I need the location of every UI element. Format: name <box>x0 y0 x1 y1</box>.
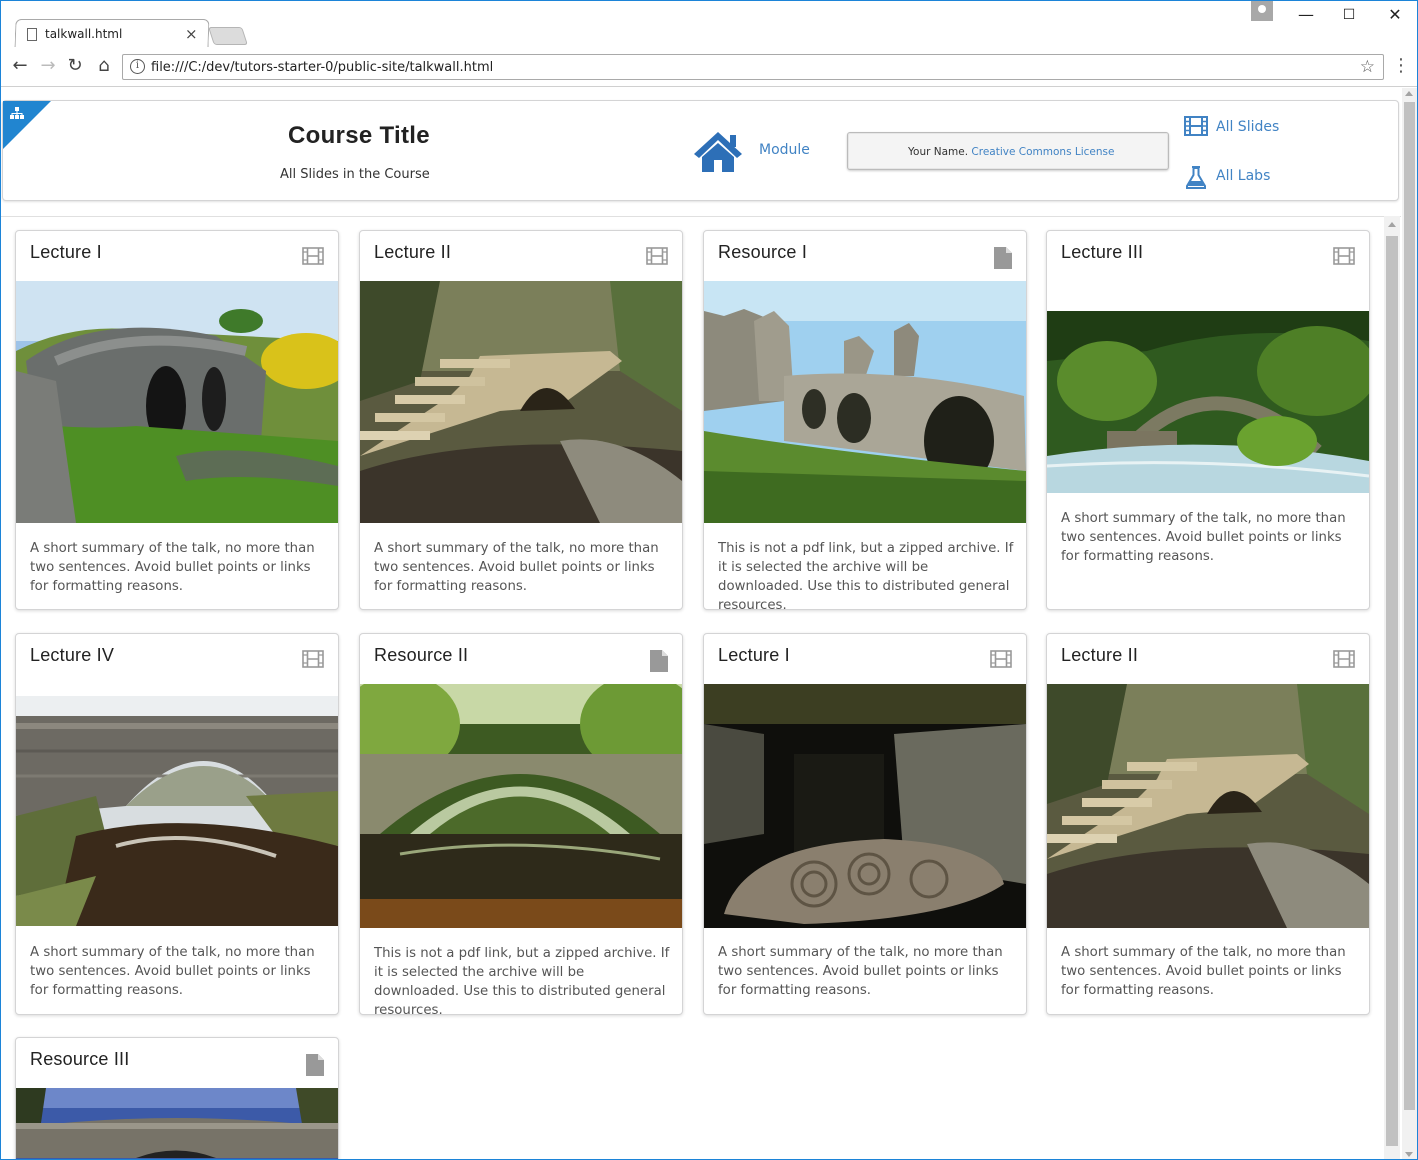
flask-icon <box>1186 166 1206 189</box>
header-divider <box>1 216 1401 217</box>
card-title[interactable]: Resource III <box>30 1049 129 1070</box>
card-description: A short summary of the talk, no more tha… <box>374 541 659 594</box>
home-icon[interactable] <box>693 131 743 177</box>
license-link[interactable]: Creative Commons License <box>971 146 1114 158</box>
film-icon <box>302 247 324 269</box>
bookmark-star-icon[interactable]: ☆ <box>1360 57 1375 77</box>
card-description: A short summary of the talk, no more tha… <box>1061 945 1346 998</box>
module-link[interactable]: Module <box>759 142 810 158</box>
card-title[interactable]: Lecture I <box>30 242 102 263</box>
browser-window: talkwall.html × — ☐ ✕ ← → ↻ ⌂ i file:///… <box>0 0 1418 1160</box>
license-box: Your Name. Creative Commons License <box>847 132 1169 170</box>
content-scrollbar[interactable] <box>1384 216 1400 1159</box>
card-image[interactable] <box>704 281 1026 523</box>
card-title[interactable]: Lecture II <box>374 242 451 263</box>
all-slides-link[interactable]: All Slides <box>1184 116 1279 140</box>
card-lecture-4[interactable]: Lecture IV A short summary of the talk, … <box>15 633 339 1015</box>
film-icon <box>990 650 1012 672</box>
card-image[interactable] <box>360 281 682 523</box>
document-icon <box>306 1054 324 1080</box>
course-subtitle: All Slides in the Course <box>280 167 430 182</box>
card-image[interactable] <box>360 684 682 928</box>
course-header: Course Title All Slides in the Course Mo… <box>2 100 1399 201</box>
card-image[interactable] <box>16 696 338 926</box>
card-lecture-1b[interactable]: Lecture I A short summary of the talk, n… <box>703 633 1027 1015</box>
card-lecture-1[interactable]: Lecture I A short summary of the talk, n… <box>15 230 339 610</box>
card-title[interactable]: Resource I <box>718 242 807 263</box>
forward-icon[interactable]: → <box>37 55 59 76</box>
all-labs-link[interactable]: All Labs <box>1184 165 1270 193</box>
tab-title[interactable]: talkwall.html <box>45 27 122 41</box>
document-icon <box>994 247 1012 273</box>
card-description: A short summary of the talk, no more tha… <box>30 945 315 998</box>
close-window-icon[interactable]: ✕ <box>1380 5 1410 24</box>
card-resource-2[interactable]: Resource II This is not a pdf link, but … <box>359 633 683 1015</box>
card-title[interactable]: Lecture I <box>718 645 790 666</box>
card-description: A short summary of the talk, no more tha… <box>718 945 1003 998</box>
film-icon <box>646 247 668 269</box>
card-resource-3[interactable]: Resource III <box>15 1037 339 1159</box>
card-image[interactable] <box>704 684 1026 928</box>
info-icon[interactable]: i <box>130 59 145 74</box>
film-icon <box>302 650 324 672</box>
reload-icon[interactable]: ↻ <box>64 55 86 76</box>
document-icon <box>650 650 668 676</box>
minimize-icon[interactable]: — <box>1291 5 1321 24</box>
card-title[interactable]: Resource II <box>374 645 468 666</box>
card-image[interactable] <box>1047 311 1369 493</box>
card-lecture-2[interactable]: Lecture II A short summary of the talk, … <box>359 230 683 610</box>
film-icon <box>1184 116 1208 136</box>
all-slides-label[interactable]: All Slides <box>1216 119 1279 135</box>
home-button-icon[interactable]: ⌂ <box>93 55 115 76</box>
card-description: A short summary of the talk, no more tha… <box>30 541 315 594</box>
address-url[interactable]: file:///C:/dev/tutors-starter-0/public-s… <box>151 60 493 75</box>
page-viewport: Course Title All Slides in the Course Mo… <box>1 88 1401 1159</box>
address-bar[interactable]: i file:///C:/dev/tutors-starter-0/public… <box>122 54 1384 80</box>
card-image[interactable] <box>1047 684 1369 928</box>
browser-menu-icon[interactable]: ⋮ <box>1392 55 1410 76</box>
card-lecture-2b[interactable]: Lecture II A short summary of the talk, … <box>1046 633 1370 1015</box>
film-icon <box>1333 247 1355 269</box>
back-icon[interactable]: ← <box>9 55 31 76</box>
film-icon <box>1333 650 1355 672</box>
sitemap-icon[interactable] <box>10 107 24 122</box>
card-description: This is not a pdf link, but a zipped arc… <box>374 946 670 1015</box>
card-image[interactable] <box>16 281 338 523</box>
page-scrollbar[interactable] <box>1402 88 1417 1159</box>
all-labs-label[interactable]: All Labs <box>1216 168 1270 184</box>
title-bar: talkwall.html × — ☐ ✕ <box>1 1 1417 48</box>
card-description: This is not a pdf link, but a zipped arc… <box>718 541 1014 610</box>
card-description: A short summary of the talk, no more tha… <box>1061 511 1346 564</box>
card-title[interactable]: Lecture IV <box>30 645 114 666</box>
card-image[interactable] <box>16 1088 338 1159</box>
browser-toolbar: ← → ↻ ⌂ i file:///C:/dev/tutors-starter-… <box>1 47 1417 87</box>
profile-icon[interactable] <box>1251 1 1273 21</box>
course-title: Course Title <box>288 122 430 149</box>
card-title[interactable]: Lecture III <box>1061 242 1143 263</box>
page-icon <box>27 28 37 41</box>
author-name: Your Name. <box>908 146 969 158</box>
maximize-icon[interactable]: ☐ <box>1334 7 1364 23</box>
tab-close-icon[interactable]: × <box>185 25 198 43</box>
card-resource-1[interactable]: Resource I This is not a pdf link, but a… <box>703 230 1027 610</box>
new-tab-button[interactable] <box>208 27 248 45</box>
card-title[interactable]: Lecture II <box>1061 645 1138 666</box>
card-lecture-3[interactable]: Lecture III A short summary of the talk,… <box>1046 230 1370 610</box>
